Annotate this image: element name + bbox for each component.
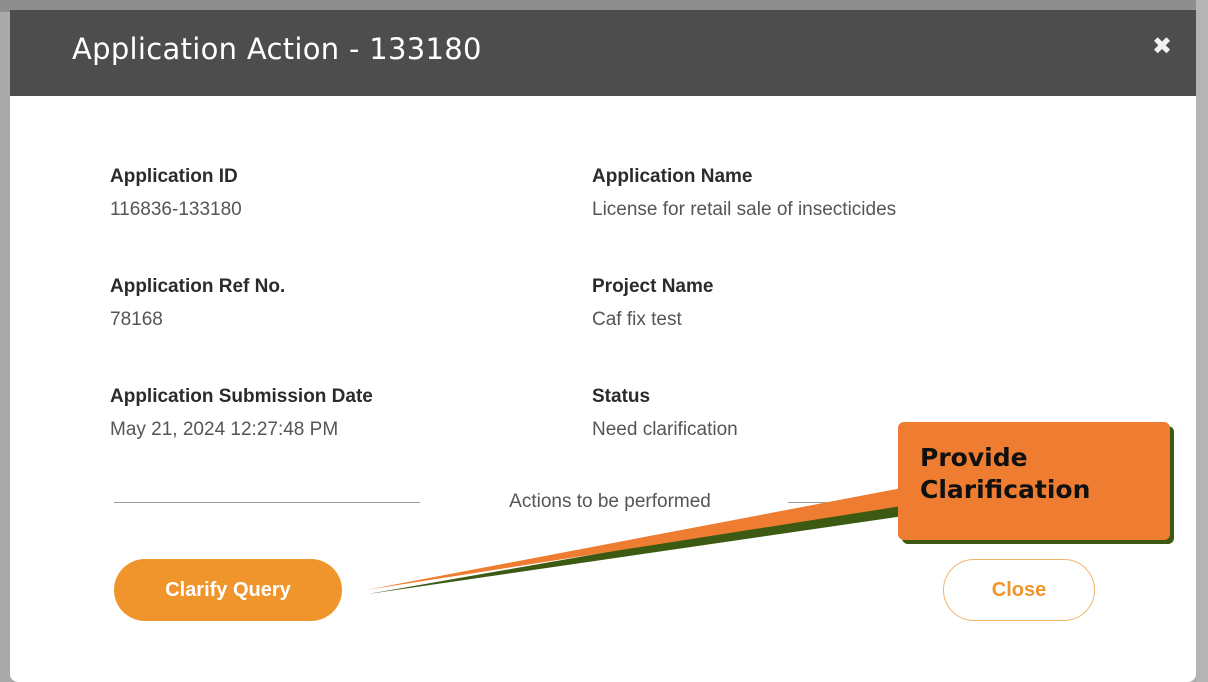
field-application-name: Application Name License for retail sale… [592, 165, 896, 222]
application-id-label: Application ID [110, 166, 238, 187]
field-application-ref-no: Application Ref No. 78168 [110, 275, 285, 332]
application-ref-no-label: Application Ref No. [110, 276, 286, 297]
application-action-modal: Application Action - 133180 ✖ Applicatio… [10, 10, 1196, 682]
application-ref-no-value: 78168 [110, 309, 163, 330]
application-id-value: 116836-133180 [110, 199, 242, 220]
field-application-id: Application ID 116836-133180 [110, 165, 242, 222]
close-button[interactable]: Close [943, 559, 1095, 621]
application-name-value: License for retail sale of insecticides [592, 199, 897, 220]
close-x-icon[interactable]: ✖ [1150, 32, 1174, 62]
modal-title: Application Action - 133180 [72, 32, 482, 66]
submission-date-label: Application Submission Date [110, 386, 373, 407]
field-status: Status Need clarification [592, 385, 738, 442]
field-submission-date: Application Submission Date May 21, 2024… [110, 385, 373, 442]
application-name-label: Application Name [592, 166, 753, 187]
project-name-label: Project Name [592, 276, 714, 297]
status-label: Status [592, 386, 651, 407]
actions-divider-right [788, 502, 908, 503]
actions-divider-left [114, 502, 420, 503]
submission-date-value: May 21, 2024 12:27:48 PM [110, 419, 339, 440]
actions-caption: Actions to be performed [509, 491, 711, 512]
project-name-value: Caf fix test [592, 309, 682, 330]
status-value: Need clarification [592, 419, 738, 440]
modal-header: Application Action - 133180 ✖ [10, 10, 1196, 96]
field-project-name: Project Name Caf fix test [592, 275, 713, 332]
provide-clarification-callout: Provide Clarification [898, 422, 1170, 540]
backdrop-right [1196, 0, 1208, 682]
clarify-query-button[interactable]: Clarify Query [114, 559, 342, 621]
callout-text: Provide Clarification [920, 443, 1091, 504]
